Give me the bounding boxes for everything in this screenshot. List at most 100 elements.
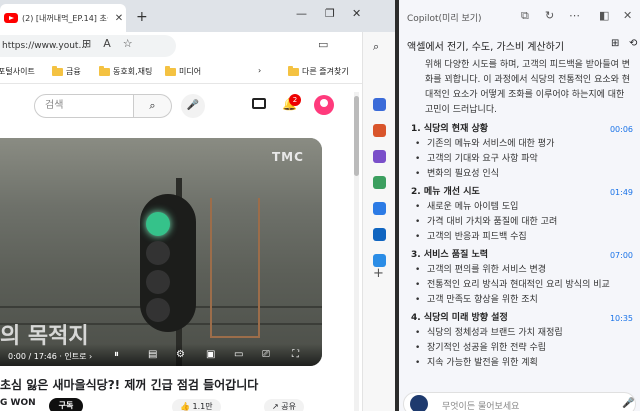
signal-lamp	[146, 298, 170, 322]
like-count: 1.1만	[192, 402, 213, 411]
sidebar-outlook-icon[interactable]	[373, 228, 386, 241]
youtube-icon	[4, 13, 18, 23]
section-bullet: 고객의 편의를 위한 서비스 변경	[415, 263, 631, 278]
video-controls: 0:00 / 17:46 · 인트로 › ⏸ ▤ ⚙ ▣ ▭ ⎚ ⛶	[0, 344, 322, 366]
close-tab-icon[interactable]: ✕	[112, 13, 126, 24]
bookmark-folder[interactable]: 금융	[52, 65, 81, 77]
share-label: 공유	[281, 402, 296, 411]
summary-intro: 위해 다양한 시도를 하며, 고객의 피드백을 받아들여 변화를 꾀합니다. 이…	[425, 60, 631, 115]
tab-bar: (2) [내꺼내먹_EP.14] 초심 잃 ✕ + — ❐ ✕	[0, 0, 395, 32]
bookmark-folder[interactable]: 다른 즐겨찾기	[288, 65, 349, 77]
theater-mode-icon[interactable]: ▭	[234, 349, 243, 360]
bookmark-folder[interactable]: 동호회,재팅	[99, 65, 153, 77]
subscribe-button[interactable]: 구독	[49, 398, 83, 411]
notification-badge: 2	[289, 94, 301, 106]
sidebar-shopping-icon[interactable]	[373, 124, 386, 137]
bookmark-label: 다른 즐겨찾기	[302, 67, 349, 76]
copilot-summary: 위해 다양한 시도를 하며, 고객의 피드백을 받아들여 변화를 꾀합니다. 이…	[411, 58, 633, 371]
sidebar-office-icon[interactable]	[373, 202, 386, 215]
bookmark-label: 동호회,재팅	[113, 67, 153, 76]
search-icon[interactable]: ⌕	[373, 40, 379, 54]
channel-watermark: TMC	[272, 150, 304, 164]
grid-icon[interactable]: ⊞	[82, 37, 91, 50]
channel-row: G WON 구독 👍 1.1만 ↗ 공유	[0, 398, 360, 411]
green-lamp	[146, 212, 170, 236]
timestamp-link[interactable]: 00:06	[610, 122, 633, 137]
video-player[interactable]: TMC 의 목적지 0:00 / 17:46 · 인트로 › ⏸ ▤ ⚙ ▣ ▭…	[0, 138, 322, 366]
copilot-chat-input[interactable]: 무엇이든 물어보세요 🎤	[403, 392, 636, 411]
browser-window: (2) [내꺼내먹_EP.14] 초심 잃 ✕ + — ❐ ✕ https://…	[0, 0, 395, 411]
subtitles-icon[interactable]: ▤	[148, 349, 157, 360]
summary-section: 1. 식당의 현재 상황00:06 기존의 메뉴와 서비스에 대한 평가 고객의…	[411, 122, 633, 182]
more-icon[interactable]: ⋯	[569, 9, 580, 22]
section-bullet: 기존의 메뉴와 서비스에 대한 평가	[415, 137, 631, 152]
section-bullet: 고객의 반응과 피드백 수집	[415, 230, 631, 245]
miniplayer-icon[interactable]: ▣	[206, 349, 215, 360]
channel-name[interactable]: G WON	[0, 398, 36, 408]
address-row: https://www.yout... ⊞ A ☆ ▭	[0, 32, 395, 82]
close-window-button[interactable]: ✕	[352, 7, 361, 20]
summary-section: 4. 식당의 미래 방향 설정10:35 식당의 정체성과 브랜드 가치 재정립…	[411, 311, 633, 371]
youtube-header: 검색 ⌕ 🎤 🔔 2	[0, 84, 360, 128]
bookmark-folder[interactable]: 미디어	[165, 65, 202, 77]
close-icon[interactable]: ✕	[623, 9, 632, 22]
chevron-right-icon: ›	[258, 66, 262, 75]
restore-button[interactable]: ❐	[325, 7, 335, 20]
video-title: 초심 잃은 새마을식당?! 제꺼 긴급 점검 들어갑니다	[0, 378, 259, 392]
search-icon: ⌕	[149, 99, 156, 112]
refresh-icon[interactable]: ↻	[545, 9, 554, 22]
section-bullet: 고객 만족도 향상을 위한 조치	[415, 293, 631, 308]
bookmarks-bar: 포털사이트 금융 동호회,재팅 미디어 › 다른 즐겨찾기	[0, 60, 395, 84]
split-screen-icon[interactable]: ▭	[318, 38, 328, 51]
bookmark-item[interactable]: 포털사이트	[0, 66, 35, 77]
minimize-button[interactable]: —	[296, 7, 307, 20]
fullscreen-icon[interactable]: ⛶	[292, 349, 299, 360]
history-icon[interactable]: ⟲	[629, 38, 637, 49]
section-heading: 2. 메뉴 개선 시도 01:49	[411, 185, 633, 200]
edge-sidebar: ⌕ +	[362, 32, 395, 411]
video-time[interactable]: 0:00 / 17:46 · 인트로 ›	[8, 351, 92, 362]
scrollbar-thumb[interactable]	[354, 96, 359, 176]
section-bullet: 지속 가능한 발전을 위한 계획	[415, 356, 631, 371]
sidebar-tools-icon[interactable]	[373, 176, 386, 189]
mic-icon[interactable]: 🎤	[622, 398, 634, 409]
new-tab-button[interactable]: +	[136, 9, 148, 25]
mic-icon[interactable]: 🎤	[181, 94, 205, 118]
tab-youtube[interactable]: (2) [내꺼내먹_EP.14] 초심 잃 ✕	[0, 4, 126, 32]
bookmarks-more[interactable]: ›	[258, 66, 261, 75]
tab-title: (2) [내꺼내먹_EP.14] 초심 잃	[22, 13, 108, 23]
section-bullet: 전통적인 요리 방식과 현대적인 요리 방식의 비교	[415, 278, 631, 293]
timestamp-link[interactable]: 10:35	[610, 311, 633, 326]
timestamp-link[interactable]: 07:00	[610, 248, 633, 263]
avatar[interactable]	[314, 95, 334, 115]
gear-icon[interactable]: ⚙	[176, 349, 185, 360]
search-input[interactable]: 검색	[34, 94, 134, 118]
panel-toggle-icon[interactable]: ◧	[599, 9, 609, 22]
section-heading: 1. 식당의 현재 상황 00:06	[411, 122, 633, 137]
like-button[interactable]: 👍 1.1만	[172, 399, 221, 411]
sidebar-games-icon[interactable]	[373, 150, 386, 163]
add-icon[interactable]: +	[373, 266, 384, 281]
favorite-star-icon[interactable]: ☆	[123, 37, 133, 50]
sidebar-tag-icon[interactable]	[373, 98, 386, 111]
share-button[interactable]: ↗ 공유	[264, 399, 304, 411]
folder-icon	[52, 65, 63, 76]
search-button[interactable]: ⌕	[134, 94, 172, 118]
folder-icon	[99, 65, 110, 76]
section-bullet: 고객의 기대와 요구 사항 파악	[415, 152, 631, 167]
autoplay-toggle-icon[interactable]: ⏸	[114, 349, 119, 360]
read-aloud-icon[interactable]: A	[103, 37, 111, 50]
copilot-pane: Copilot(미리 보기) ⧉ ↻ ⋯ ◧ ✕ 액셀에서 전기, 수도, 가스…	[399, 0, 640, 411]
grid-icon[interactable]: ⊞	[611, 38, 619, 49]
bookmark-label: 미디어	[179, 67, 202, 76]
url-text: https://www.yout...	[2, 41, 88, 51]
rusty-tower	[210, 198, 260, 338]
timestamp-link[interactable]: 01:49	[610, 185, 633, 200]
create-video-icon[interactable]	[252, 98, 266, 109]
copilot-title: Copilot(미리 보기)	[407, 14, 482, 24]
folder-icon	[288, 65, 299, 76]
folder-icon	[165, 65, 176, 76]
signal-lamp	[146, 241, 170, 265]
cast-icon[interactable]: ⎚	[262, 349, 270, 360]
open-in-tab-icon[interactable]: ⧉	[521, 9, 529, 23]
